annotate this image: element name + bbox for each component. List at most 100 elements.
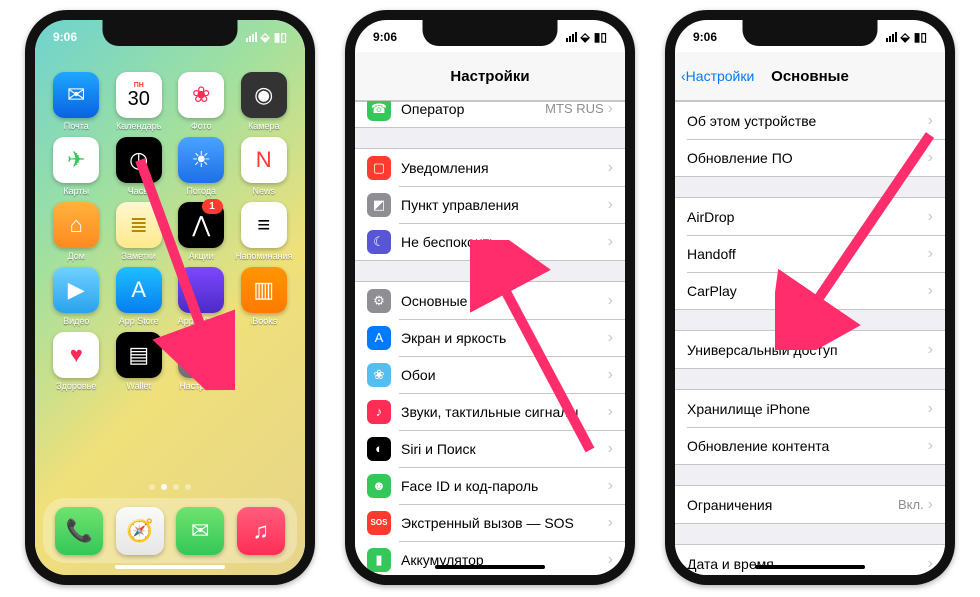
nav-title: Настройки <box>450 68 529 85</box>
app-Камера[interactable]: ◉ Камера <box>235 72 294 131</box>
home-indicator[interactable] <box>115 565 225 569</box>
app-Погода[interactable]: ☀ Погода <box>172 137 231 196</box>
app-Карты[interactable]: ✈︎ Карты <box>47 137 106 196</box>
app-label: Карты <box>63 186 89 196</box>
dock-app[interactable]: 🧭 <box>116 507 164 555</box>
row-AirDrop[interactable]: AirDrop› <box>675 198 945 235</box>
row-Обновление контента[interactable]: Обновление контента› <box>675 427 945 464</box>
chevron-icon: › <box>608 292 613 310</box>
app-icon: ❀ <box>178 72 224 118</box>
app-label: App Store <box>119 316 159 326</box>
signal-icon <box>886 32 897 42</box>
row-label: Обновление ПО <box>687 150 928 166</box>
home-grid: ✉ ПочтаПН30 Календарь❀ Фото◉ Камера ✈︎ Ка… <box>35 62 305 401</box>
row-label: Face ID и код-пароль <box>401 478 608 494</box>
row-icon: ☎ <box>367 101 391 121</box>
wifi-icon: ⬙ <box>261 30 270 44</box>
row-Основные[interactable]: ⚙Основные› <box>355 282 625 319</box>
settings-list[interactable]: ☎ОператорMTS RUS›▢Уведомления›◩Пункт упр… <box>355 101 625 575</box>
chevron-icon: › <box>928 208 933 226</box>
page-dots <box>35 484 305 490</box>
app-Дом[interactable]: ⌂ Дом <box>47 202 106 261</box>
row-label: Уведомления <box>401 160 608 176</box>
row-icon: ▮ <box>367 548 391 572</box>
chevron-icon: › <box>928 437 933 455</box>
row-value: MTS RUS <box>545 101 604 116</box>
row-label: Обои <box>401 367 608 383</box>
row-icon: ◩ <box>367 193 391 217</box>
row-Экран и яркость[interactable]: AЭкран и яркость› <box>355 319 625 356</box>
home-indicator[interactable] <box>755 565 865 569</box>
row-label: Об этом устройстве <box>687 113 928 129</box>
row-Звуки, тактильные сигналы[interactable]: ♪Звуки, тактильные сигналы› <box>355 393 625 430</box>
row-label: Универсальный доступ <box>687 342 928 358</box>
row-Обои[interactable]: ❀Обои› <box>355 356 625 393</box>
dock-app[interactable]: ♫ <box>237 507 285 555</box>
row-Уведомления[interactable]: ▢Уведомления› <box>355 149 625 186</box>
chevron-icon: › <box>608 233 613 251</box>
dock-app[interactable]: 📞 <box>55 507 103 555</box>
app-icon: ≡ <box>241 202 287 248</box>
row-icon: ◐ <box>367 437 391 461</box>
app-Напоминания[interactable]: ≡ Напоминания <box>235 202 294 261</box>
app-Здоровье[interactable]: ♥ Здоровье <box>47 332 106 391</box>
app-News[interactable]: N News <box>235 137 294 196</box>
row-Универсальный доступ[interactable]: Универсальный доступ› <box>675 331 945 368</box>
row-Об этом устройстве[interactable]: Об этом устройстве› <box>675 102 945 139</box>
row-Обновление ПО[interactable]: Обновление ПО› <box>675 139 945 176</box>
chevron-icon: › <box>608 101 613 118</box>
app-Почта[interactable]: ✉ Почта <box>47 72 106 131</box>
notch <box>423 20 558 46</box>
row-icon: ▢ <box>367 156 391 180</box>
notch <box>743 20 878 46</box>
dock-app[interactable]: ✉ <box>176 507 224 555</box>
row-Handoff[interactable]: Handoff› <box>675 235 945 272</box>
app-Apple Store[interactable]: Apple Store <box>172 267 231 326</box>
nav-bar: Настройки <box>355 52 625 101</box>
row-label: Siri и Поиск <box>401 441 608 457</box>
chevron-icon: › <box>608 196 613 214</box>
badge: 2 <box>202 329 223 344</box>
row-Дата и время[interactable]: Дата и время› <box>675 545 945 575</box>
app-Настройки[interactable]: ⚙ 2 Настройки <box>172 332 231 391</box>
app-Календарь[interactable]: ПН30 Календарь <box>110 72 169 131</box>
row-CarPlay[interactable]: CarPlay› <box>675 272 945 309</box>
row-Экстренный вызов — SOS[interactable]: SOSЭкстренный вызов — SOS› <box>355 504 625 541</box>
row-Не беспокоить[interactable]: ☾Не беспокоить› <box>355 223 625 260</box>
app-icon: ◉ <box>241 72 287 118</box>
app-icon: ▤ <box>116 332 162 378</box>
app-iBooks[interactable]: ▥ iBooks <box>235 267 294 326</box>
chevron-icon: › <box>928 245 933 263</box>
app-Часы[interactable]: ◷ Часы <box>110 137 169 196</box>
row-Face ID и код-пароль[interactable]: ☻Face ID и код-пароль› <box>355 467 625 504</box>
row-Аккумулятор[interactable]: ▮Аккумулятор› <box>355 541 625 575</box>
chevron-icon: › <box>608 329 613 347</box>
general-list[interactable]: Об этом устройстве›Обновление ПО›AirDrop… <box>675 101 945 575</box>
row-Ограничения[interactable]: ОграниченияВкл.› <box>675 486 945 523</box>
app-Акции[interactable]: ⋀ 1 Акции <box>172 202 231 261</box>
app-Видео[interactable]: ▶ Видео <box>47 267 106 326</box>
app-icon: ✈︎ <box>53 137 99 183</box>
row-label: Дата и время <box>687 556 928 572</box>
app-App Store[interactable]: A App Store <box>110 267 169 326</box>
app-icon: ♥ <box>53 332 99 378</box>
app-icon: ⌂ <box>53 202 99 248</box>
chevron-icon: › <box>928 400 933 418</box>
row-icon: ⚙ <box>367 289 391 313</box>
back-button[interactable]: ‹ Настройки <box>681 68 754 84</box>
home-indicator[interactable] <box>435 565 545 569</box>
app-label: Часы <box>128 186 150 196</box>
app-Фото[interactable]: ❀ Фото <box>172 72 231 131</box>
row-icon: SOS <box>367 511 391 535</box>
row-label: AirDrop <box>687 209 928 225</box>
row-Siri и Поиск[interactable]: ◐Siri и Поиск› <box>355 430 625 467</box>
app-Заметки[interactable]: ≣ Заметки <box>110 202 169 261</box>
row-Оператор[interactable]: ☎ОператорMTS RUS› <box>355 101 625 127</box>
row-Пункт управления[interactable]: ◩Пункт управления› <box>355 186 625 223</box>
row-label: Не беспокоить <box>401 234 608 250</box>
phone-general: 9:06 ⬙ ▮▯ ‹ Настройки Основные Об этом у… <box>665 10 955 585</box>
app-label: Wallet <box>126 381 151 391</box>
notch <box>103 20 238 46</box>
row-Хранилище iPhone[interactable]: Хранилище iPhone› <box>675 390 945 427</box>
app-Wallet[interactable]: ▤ Wallet <box>110 332 169 391</box>
